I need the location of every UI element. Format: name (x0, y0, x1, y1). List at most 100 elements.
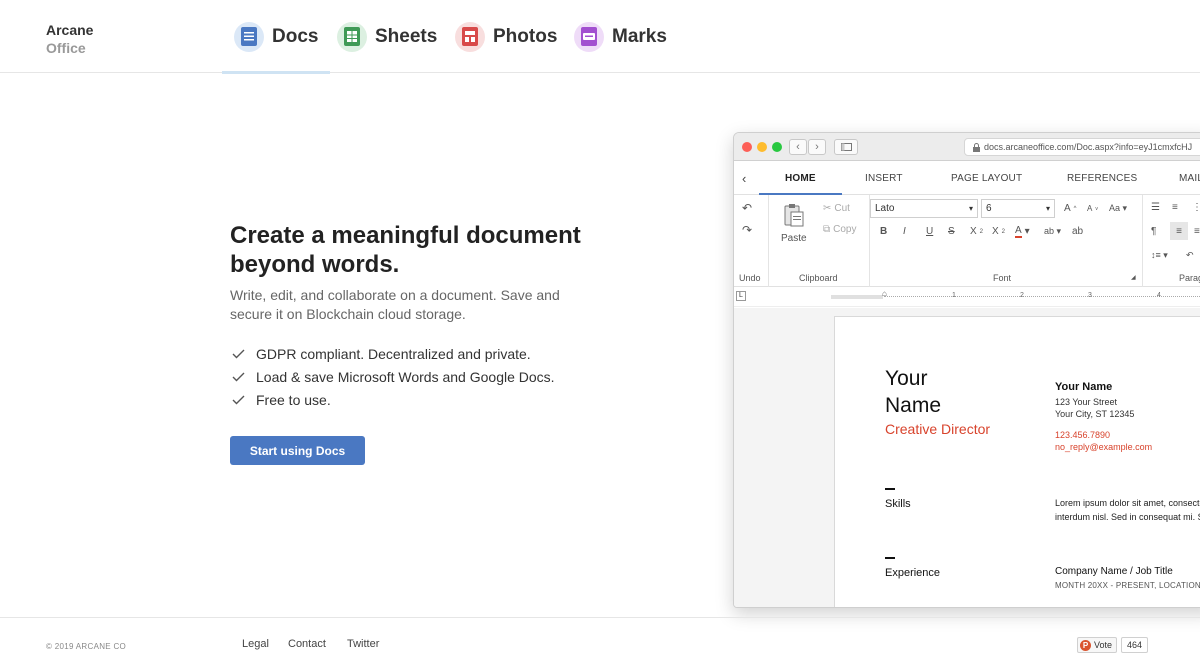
top-nav: Arcane Office Docs Sheets Photos Marks (0, 0, 1200, 74)
document-page: Your Name Creative Director Your Name 12… (834, 316, 1200, 607)
ribbon-tabs: ‹ HOME INSERT PAGE LAYOUT REFERENCES MAI… (734, 161, 1200, 195)
undo-icon: ↶ (742, 201, 753, 215)
feature-item: GDPR compliant. Decentralized and privat… (230, 342, 555, 365)
resume-role: Creative Director (885, 421, 991, 437)
vote-count: 464 (1121, 637, 1149, 653)
ruler-margin (831, 295, 883, 299)
sidebar-icon (834, 139, 858, 155)
sheets-icon (337, 21, 367, 52)
section-dash (885, 488, 895, 490)
align-left-icon: ≡ (1170, 222, 1188, 240)
hero-subtitle: Write, edit, and collaborate on a docume… (230, 287, 560, 322)
subscript-icon: X2 (992, 226, 1006, 237)
vote-label: Vote (1094, 640, 1113, 650)
feature-list: GDPR compliant. Decentralized and privat… (230, 342, 555, 411)
numbered-list-icon: ≡ (1172, 202, 1178, 213)
feature-item: Free to use. (230, 388, 555, 411)
hero-title: Create a meaningful document beyond word… (230, 222, 581, 278)
tab-marks[interactable]: Marks (574, 0, 667, 73)
resume-street: 123 Your Street (1055, 397, 1118, 407)
chevron-left-icon: ‹ (742, 170, 747, 186)
ruler-ticks (884, 296, 1200, 297)
resume-phone: 123.456.7890 (1055, 430, 1111, 440)
check-icon (230, 392, 246, 408)
brand-name: Arcane (46, 22, 94, 38)
change-case-icon: Aa ▾ (1109, 203, 1128, 213)
ribbon: ↶ ↷ Undo Paste ✂ Cut ⧉ Copy Clipboard Lato… (734, 195, 1200, 287)
superscript-icon: X2 (970, 226, 984, 237)
feature-text: Free to use. (256, 391, 331, 408)
resume-contact-name: Your Name (1055, 381, 1113, 393)
url-text: docs.arcaneoffice.com/Doc.aspx?info=eyJ1… (984, 142, 1193, 152)
grow-font-icon: A ^ (1064, 203, 1077, 214)
back-icon: ‹ (789, 139, 807, 155)
footer-link-twitter[interactable]: Twitter (347, 638, 379, 650)
zoom-dot-icon (772, 142, 782, 152)
scissors-icon: ✂ (823, 203, 832, 214)
marks-icon (574, 21, 604, 52)
bold-icon: B (880, 226, 888, 237)
brand-logo[interactable]: Arcane Office (46, 21, 93, 57)
paste-label: Paste (781, 233, 807, 244)
line-spacing-icon: ↕≡ ▾ (1151, 250, 1168, 260)
group-label-paragraph: Parag (1179, 273, 1200, 283)
resume-name: Your Name (885, 365, 1005, 419)
paragraph-mark-icon: ¶ (1151, 226, 1157, 237)
close-dot-icon (742, 142, 752, 152)
effects-icon: ab (1072, 226, 1084, 237)
minimize-dot-icon (757, 142, 767, 152)
align-center-icon: ≡ (1194, 226, 1200, 237)
tab-photos[interactable]: Photos (455, 0, 557, 73)
resume-dates: MONTH 20XX - PRESENT, LOCATION (1055, 581, 1200, 590)
resume-city: Your City, ST 12345 (1055, 409, 1135, 419)
tab-label: Photos (493, 25, 558, 47)
start-using-docs-button[interactable]: Start using Docs (230, 436, 365, 465)
resume-skills-line1: Lorem ipsum dolor sit amet, consecte (1055, 498, 1200, 508)
resume-name-line2: Name (885, 394, 942, 417)
tab-sheets[interactable]: Sheets (337, 0, 437, 73)
font-color-icon: A ▾ (1015, 225, 1030, 238)
tab-docs[interactable]: Docs (221, 0, 332, 74)
font-dialog-launcher-icon: ◢ (1131, 275, 1136, 281)
dropdown-arrow-icon: ▾ (968, 204, 973, 213)
copy-label: Copy (833, 224, 857, 235)
product-hunt-icon: P (1080, 639, 1091, 651)
copy-button: ⧉ Copy (823, 224, 857, 235)
tab-stop-icon: L (736, 291, 746, 301)
bullet-list-icon: ☰ (1151, 202, 1160, 213)
shrink-font-icon: Av (1087, 204, 1098, 213)
font-family-select: Lato ▾ (870, 199, 978, 218)
ribbon-tab-references: REFERENCES (1067, 172, 1138, 184)
product-hunt-badge[interactable]: P Vote 464 (1077, 637, 1149, 653)
document-canvas: Your Name Creative Director Your Name 12… (734, 308, 1200, 607)
footer: © 2019 ARCANE CO Legal Contact Twitter (0, 617, 1200, 671)
tab-label: Marks (612, 25, 667, 47)
feature-text: GDPR compliant. Decentralized and privat… (256, 345, 531, 362)
cut-button: ✂ Cut (823, 203, 850, 214)
multilevel-list-icon: ⋮ (1192, 202, 1200, 213)
vote-button[interactable]: P Vote (1077, 637, 1118, 653)
ribbon-tab-home: HOME (759, 161, 842, 195)
copyright: © 2019 ARCANE CO (46, 642, 127, 651)
paragraph-undo-icon: ↶ (1186, 250, 1194, 260)
group-divider (1142, 195, 1143, 287)
ruler-mark: 4 (1157, 292, 1161, 299)
ruler-mark: 1 (952, 292, 956, 299)
resume-company: Company Name / Job Title (1055, 566, 1173, 577)
tab-label: Docs (272, 25, 319, 47)
footer-link-contact[interactable]: Contact (288, 638, 326, 650)
check-icon (230, 346, 246, 362)
footer-link-legal[interactable]: Legal (242, 638, 269, 650)
forward-icon: › (808, 139, 826, 155)
ruler-mark: 3 (1088, 292, 1092, 299)
url-bar: docs.arcaneoffice.com/Doc.aspx?info=eyJ1… (964, 138, 1200, 156)
feature-item: Load & save Microsoft Words and Google D… (230, 365, 555, 388)
photos-icon (455, 21, 485, 52)
dropdown-arrow-icon: ▾ (1045, 204, 1050, 213)
redo-icon: ↷ (742, 223, 753, 237)
group-label-font: Font (993, 273, 1012, 283)
highlight-icon: ab ▾ (1044, 226, 1062, 236)
ruler-mark: 2 (1020, 292, 1024, 299)
font-family-value: Lato (875, 203, 895, 214)
font-size-select: 6 ▾ (981, 199, 1055, 218)
